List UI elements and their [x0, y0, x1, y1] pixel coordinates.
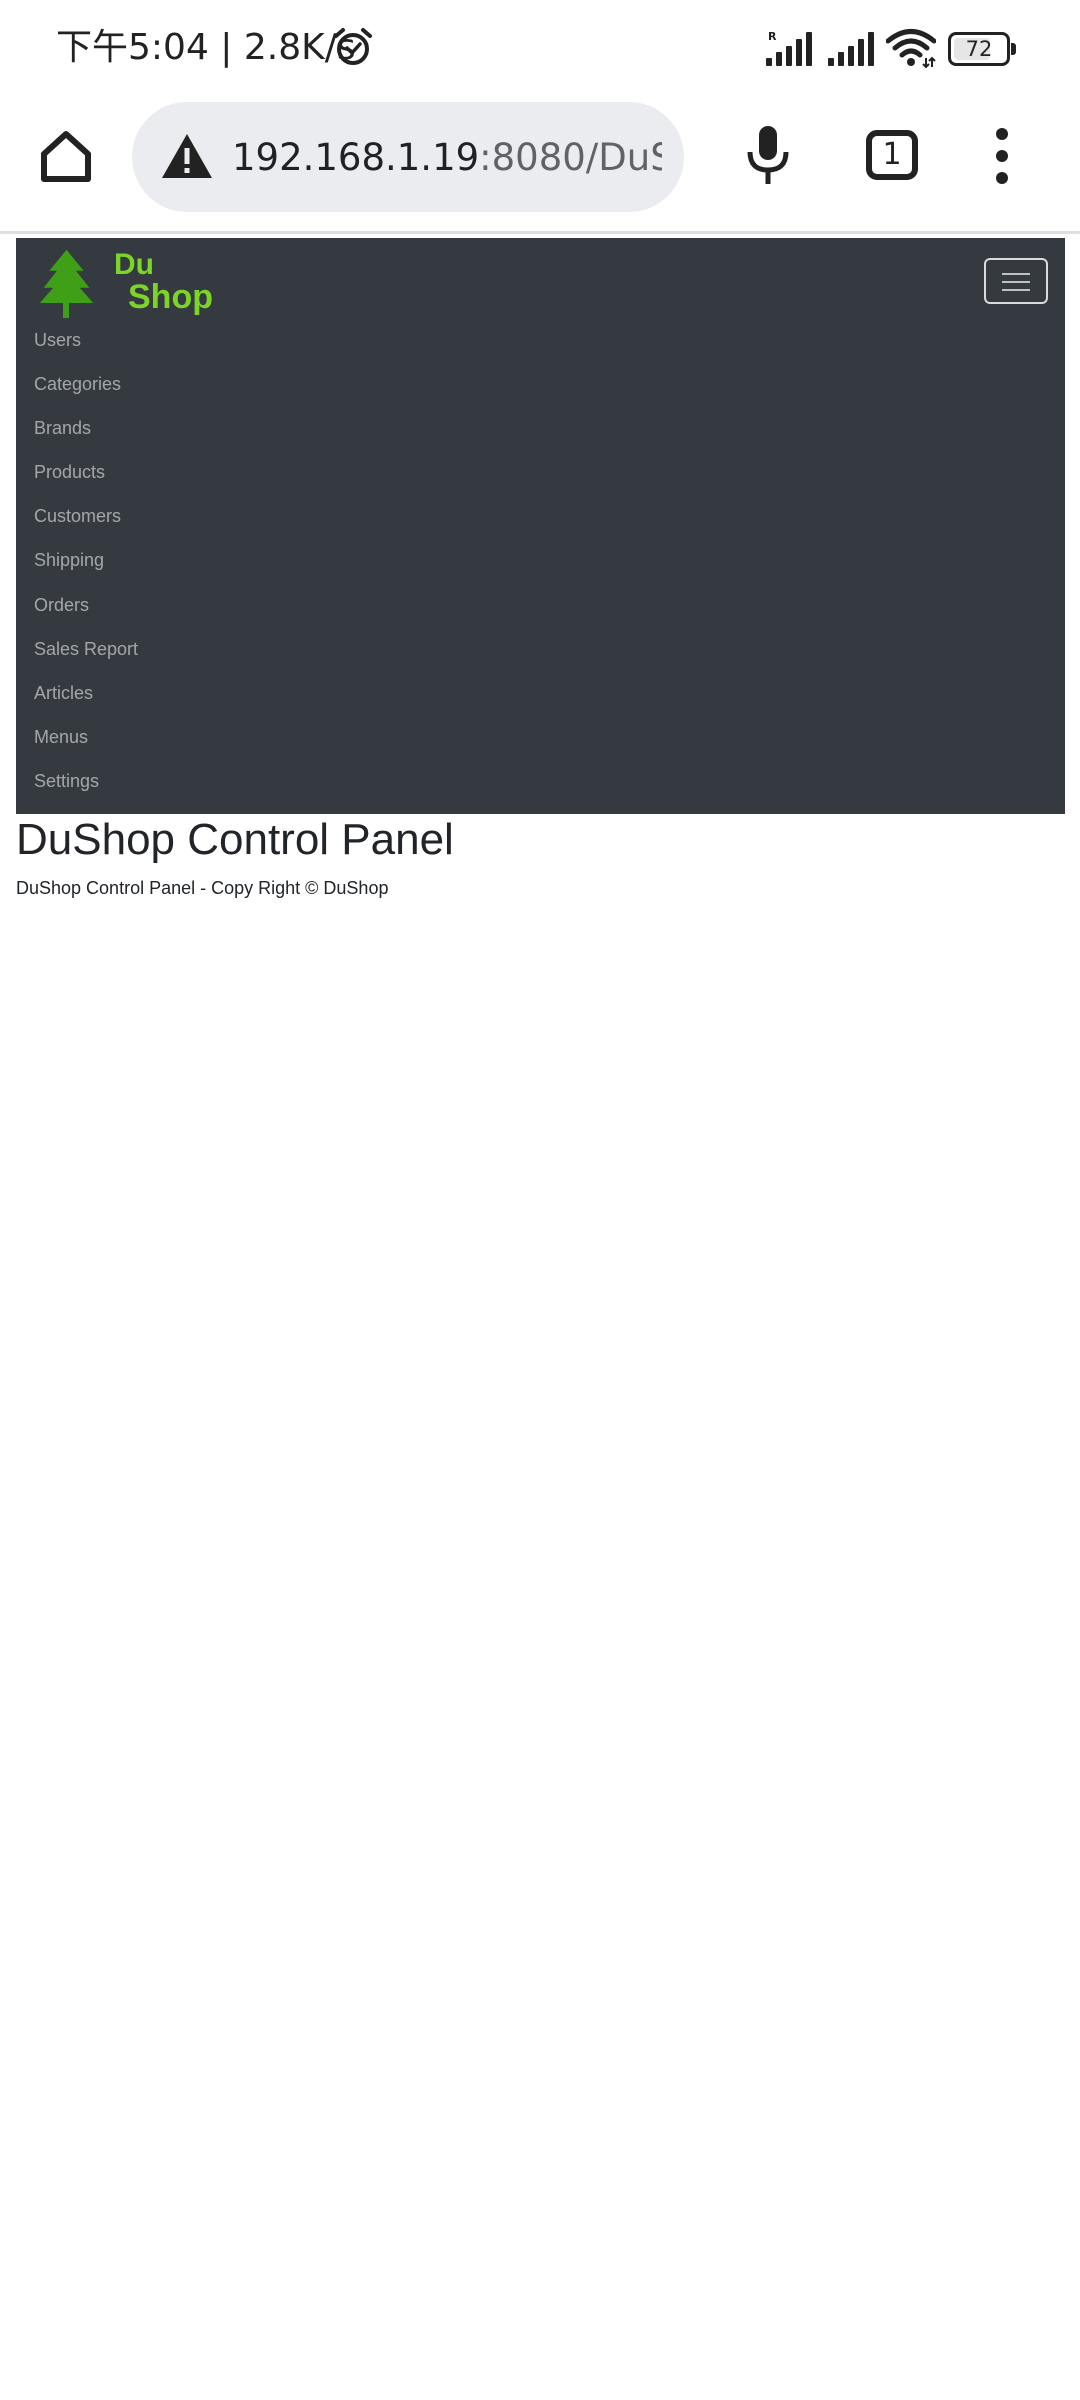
- nav-link-sales-report[interactable]: Sales Report: [16, 627, 1065, 671]
- nav-link-shipping[interactable]: Shipping: [16, 538, 1065, 582]
- mic-icon[interactable]: [742, 124, 794, 186]
- tabs-button[interactable]: 1: [866, 130, 918, 180]
- nav-item: Orders: [16, 583, 1065, 627]
- nav-menu: Users Categories Brands Products Custome…: [16, 318, 1065, 803]
- footer-copyright: DuShop Control Panel - Copy Right © DuSh…: [16, 878, 389, 898]
- wifi-icon: [886, 29, 936, 68]
- nav-link-categories[interactable]: Categories: [16, 362, 1065, 406]
- nav-item: Menus: [16, 715, 1065, 759]
- url-bar[interactable]: 192.168.1.19:8080/DuShop: [132, 102, 684, 212]
- navbar-toggler-button[interactable]: [984, 258, 1048, 304]
- battery-icon: 72: [948, 32, 1016, 66]
- nav-link-users[interactable]: Users: [16, 318, 1065, 362]
- nav-link-customers[interactable]: Customers: [16, 494, 1065, 538]
- nav-item: Products: [16, 450, 1065, 494]
- logo-line1: Du: [114, 248, 154, 281]
- url-host: 192.168.1.19: [232, 136, 480, 179]
- nav-link-articles[interactable]: Articles: [16, 671, 1065, 715]
- hamburger-icon: [1002, 273, 1030, 291]
- status-time: 下午5:04 | 2.8K/s: [56, 27, 356, 68]
- nav-link-menus[interactable]: Menus: [16, 715, 1065, 759]
- page-title: DuShop Control Panel: [16, 815, 454, 864]
- nav-link-products[interactable]: Products: [16, 450, 1065, 494]
- dushop-logo[interactable]: Du Shop: [36, 246, 216, 318]
- battery-level: 72: [965, 37, 993, 61]
- svg-text:R: R: [768, 30, 777, 43]
- warning-icon[interactable]: [160, 132, 214, 180]
- nav-link-settings[interactable]: Settings: [16, 759, 1065, 803]
- nav-item: Customers: [16, 494, 1065, 538]
- nav-item: Categories: [16, 362, 1065, 406]
- nav-item: Brands: [16, 406, 1065, 450]
- nav-item: Users: [16, 318, 1065, 362]
- home-icon[interactable]: [36, 126, 96, 186]
- nav-item: Articles: [16, 671, 1065, 715]
- url-text[interactable]: 192.168.1.19:8080/DuShop: [232, 132, 662, 184]
- signal-icon: [828, 32, 874, 66]
- nav-link-orders[interactable]: Orders: [16, 583, 1065, 627]
- alarm-icon: [334, 28, 372, 65]
- url-path: :8080/DuShop: [479, 136, 662, 179]
- admin-navbar: Du Shop Users Categories Brands Products…: [16, 238, 1065, 814]
- nav-item: Settings: [16, 759, 1065, 803]
- browser-toolbar: 192.168.1.19:8080/DuShop 1: [0, 96, 1080, 234]
- logo-line2: Shop: [128, 278, 213, 316]
- nav-item: Shipping: [16, 538, 1065, 582]
- nav-item: Sales Report: [16, 627, 1065, 671]
- battery-tip: [1011, 43, 1016, 55]
- tab-count: 1: [882, 137, 902, 172]
- more-vert-icon[interactable]: [990, 126, 1014, 186]
- signal-roaming-icon: R: [766, 30, 812, 66]
- tree-icon: [39, 249, 94, 318]
- nav-link-brands[interactable]: Brands: [16, 406, 1065, 450]
- status-bar: 下午5:04 | 2.8K/s R 72: [0, 0, 1080, 96]
